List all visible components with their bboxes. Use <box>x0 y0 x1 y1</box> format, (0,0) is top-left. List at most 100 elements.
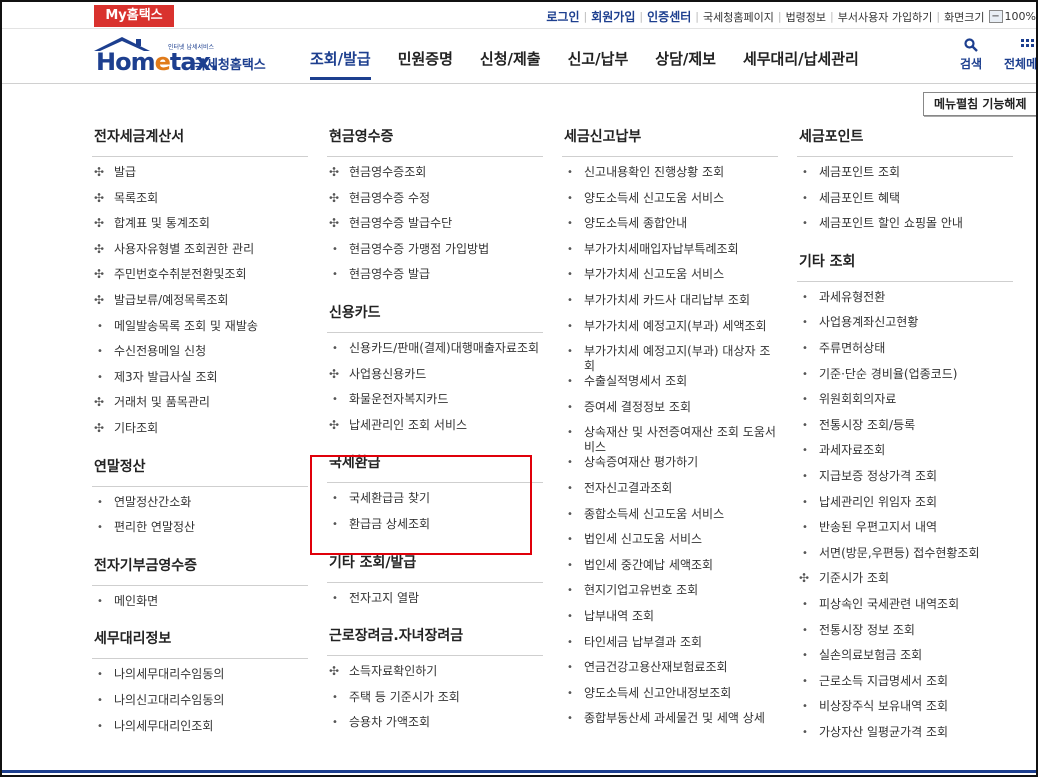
menu-item[interactable]: • 현지기업고유번호 조회 <box>562 583 778 609</box>
menu-item[interactable]: • 연금건강고용산재보험료조회 <box>562 660 778 686</box>
menu-item[interactable]: • 기준·단순 경비율(업종코드) <box>797 367 1013 393</box>
menu-item[interactable]: • 승용차 가액조회 <box>327 715 543 741</box>
menu-section-title[interactable]: 연말정산 <box>92 457 308 487</box>
menu-item[interactable]: ✣ 합계표 및 통계조회 <box>92 216 308 242</box>
menu-item[interactable]: • 나의세무대리인조회 <box>92 719 308 745</box>
law-info-link[interactable]: 법령정보 <box>786 9 826 25</box>
menu-item[interactable]: • 수출실적명세서 조회 <box>562 374 778 400</box>
menu-item[interactable]: • 납세관리인 위임자 조회 <box>797 495 1013 521</box>
menu-item[interactable]: • 양도소득세 종합안내 <box>562 216 778 242</box>
menu-item[interactable]: ✣ 사업용신용카드 <box>327 367 543 393</box>
menu-item[interactable]: • 종합부동산세 과세물건 및 세액 상세 <box>562 711 778 737</box>
menu-item[interactable]: • 전자고지 열람 <box>327 591 543 617</box>
menu-item[interactable]: ✣ 현금영수증 수정 <box>327 191 543 217</box>
menu-item[interactable]: • 주택 등 기준시가 조회 <box>327 690 543 716</box>
menu-item[interactable]: • 현금영수증 가맹점 가입방법 <box>327 242 543 268</box>
menu-item[interactable]: • 편리한 연말정산 <box>92 520 308 546</box>
cert-center-link[interactable]: 인증센터 <box>647 8 691 25</box>
menu-item[interactable]: • 연말정산간소화 <box>92 495 308 521</box>
menu-item[interactable]: • 나의세무대리수임동의 <box>92 667 308 693</box>
menu-section-title[interactable]: 근로장려금.자녀장려금 <box>327 626 543 657</box>
menu-item[interactable]: • 가상자산 일평균가격 조회 <box>797 725 1013 751</box>
menu-item[interactable]: • 근로소득 지급명세서 조회 <box>797 674 1013 700</box>
nav-civil-certificate[interactable]: 민원증명 <box>398 48 453 80</box>
menu-item[interactable]: • 타인세금 납부결과 조회 <box>562 635 778 661</box>
menu-item[interactable]: ✣ 현금영수증 발급수단 <box>327 216 543 242</box>
nav-tax-agent[interactable]: 세무대리/납세관리 <box>743 48 859 80</box>
menu-item[interactable]: • 수신전용메일 신청 <box>92 344 308 370</box>
menu-section-title[interactable]: 전자기부금영수증 <box>92 556 308 586</box>
zoom-out-button[interactable]: − <box>988 10 1003 23</box>
menu-item[interactable]: • 피상속인 국세관련 내역조회 <box>797 597 1013 623</box>
menu-section-title[interactable]: 현금영수증 <box>327 127 543 157</box>
signup-link[interactable]: 회원가입 <box>591 8 635 25</box>
menu-item[interactable]: ✣ 소득자료확인하기 <box>327 664 543 690</box>
hometax-logo[interactable]: 인터넷 납세서비스 Hometax. 국세청홈택스 <box>90 36 280 76</box>
menu-item[interactable]: • 위원회회의자료 <box>797 392 1013 418</box>
nav-consult-report[interactable]: 상담/제보 <box>655 48 716 80</box>
menu-item[interactable]: • 상속재산 및 사전증여재산 조회 도움서비스 <box>562 425 778 455</box>
menu-section-title[interactable]: 기타 조회/발급 <box>327 553 543 583</box>
menu-item[interactable]: • 반송된 우편고지서 내역 <box>797 520 1013 546</box>
menu-item[interactable]: ✣ 주민번호수취분전환및조회 <box>92 267 308 293</box>
menu-item[interactable]: • 비상장주식 보유내역 조회 <box>797 699 1013 725</box>
nts-homepage-link[interactable]: 국세청홈페이지 <box>703 9 774 25</box>
menu-item[interactable]: • 증여세 결정정보 조회 <box>562 400 778 426</box>
menu-item[interactable]: • 화물운전자복지카드 <box>327 392 543 418</box>
menu-item[interactable]: • 양도소득세 신고도움 서비스 <box>562 191 778 217</box>
menu-section-title[interactable]: 기타 조회 <box>797 252 1013 282</box>
menu-item[interactable]: • 제3자 발급사실 조회 <box>92 370 308 396</box>
menu-section-title[interactable]: 세무대리정보 <box>92 629 308 660</box>
menu-item[interactable]: ✣ 납세관리인 조회 서비스 <box>327 418 543 444</box>
menu-section-title[interactable]: 세금신고납부 <box>562 127 778 157</box>
menu-item[interactable]: • 법인세 신고도움 서비스 <box>562 532 778 558</box>
my-hometax-tab[interactable]: My홈택스 <box>94 5 174 27</box>
menu-item[interactable]: • 부가가치세 예정고지(부과) 세액조회 <box>562 319 778 345</box>
menu-item[interactable]: • 전통시장 정보 조회 <box>797 623 1013 649</box>
all-menu-button[interactable]: 전체메 <box>1004 38 1036 72</box>
menu-item[interactable]: ✣ 기준시가 조회 <box>797 571 1013 597</box>
menu-item[interactable]: • 과세자료조회 <box>797 443 1013 469</box>
menu-item[interactable]: • 납부내역 조회 <box>562 609 778 635</box>
menu-item[interactable]: • 세금포인트 할인 쇼핑몰 안내 <box>797 216 1013 242</box>
menu-item[interactable]: ✣ 거래처 및 품목관리 <box>92 395 308 421</box>
menu-item[interactable]: • 전통시장 조회/등록 <box>797 418 1013 444</box>
menu-item[interactable]: • 신용카드/판매(결제)대행매출자료조회 <box>327 341 543 367</box>
menu-item[interactable]: • 세금포인트 혜택 <box>797 191 1013 217</box>
menu-item[interactable]: • 주류면허상태 <box>797 341 1013 367</box>
menu-item[interactable]: • 부가가치세 예정고지(부과) 대상자 조회 <box>562 344 778 374</box>
menu-item[interactable]: ✣ 기타조회 <box>92 421 308 447</box>
menu-item[interactable]: • 서면(방문,우편등) 접수현황조회 <box>797 546 1013 572</box>
menu-item[interactable]: • 메인화면 <box>92 594 308 620</box>
menu-item[interactable]: • 부가가치세 카드사 대리납부 조회 <box>562 293 778 319</box>
menu-item[interactable]: • 부가가치세매입자납부특례조회 <box>562 242 778 268</box>
menu-item[interactable]: ✣ 사용자유형별 조회권한 관리 <box>92 242 308 268</box>
menu-section-title[interactable]: 신용카드 <box>327 303 543 333</box>
nav-report-pay[interactable]: 신고/납부 <box>568 48 629 80</box>
menu-item[interactable]: • 상속증여재산 평가하기 <box>562 455 778 481</box>
menu-item[interactable]: • 세금포인트 조회 <box>797 165 1013 191</box>
menu-item[interactable]: • 사업용계좌신고현황 <box>797 315 1013 341</box>
menu-item[interactable]: • 신고내용확인 진행상황 조회 <box>562 165 778 191</box>
menu-item[interactable]: • 양도소득세 신고안내정보조회 <box>562 686 778 712</box>
menu-item[interactable]: ✣ 목록조회 <box>92 191 308 217</box>
menu-item[interactable]: • 전자신고결과조회 <box>562 481 778 507</box>
menu-item[interactable]: • 법인세 중간예납 세액조회 <box>562 558 778 584</box>
menu-item[interactable]: • 부가가치세 신고도움 서비스 <box>562 267 778 293</box>
menu-item[interactable]: • 지급보증 정상가격 조회 <box>797 469 1013 495</box>
menu-item[interactable]: ✣ 발급보류/예정목록조회 <box>92 293 308 319</box>
menu-item[interactable]: • 나의신고대리수임동의 <box>92 693 308 719</box>
nav-inquiry-issue[interactable]: 조회/발급 <box>310 48 371 80</box>
search-button[interactable]: 검색 <box>960 38 982 72</box>
menu-item[interactable]: • 실손의료보험금 조회 <box>797 648 1013 674</box>
nav-apply-submit[interactable]: 신청/제출 <box>480 48 541 80</box>
menu-item[interactable]: • 과세유형전환 <box>797 290 1013 316</box>
menu-collapse-toggle-button[interactable]: 메뉴펼침 기능해제 <box>923 92 1036 116</box>
menu-item[interactable]: • 현금영수증 발급 <box>327 267 543 293</box>
login-link[interactable]: 로그인 <box>546 8 579 25</box>
menu-item[interactable]: ✣ 발급 <box>92 165 308 191</box>
dept-user-signup-link[interactable]: 부서사용자 가입하기 <box>838 9 933 25</box>
menu-item[interactable]: • 메일발송목록 조회 및 재발송 <box>92 319 308 345</box>
menu-item[interactable]: • 종합소득세 신고도움 서비스 <box>562 507 778 533</box>
menu-item[interactable]: ✣ 현금영수증조회 <box>327 165 543 191</box>
